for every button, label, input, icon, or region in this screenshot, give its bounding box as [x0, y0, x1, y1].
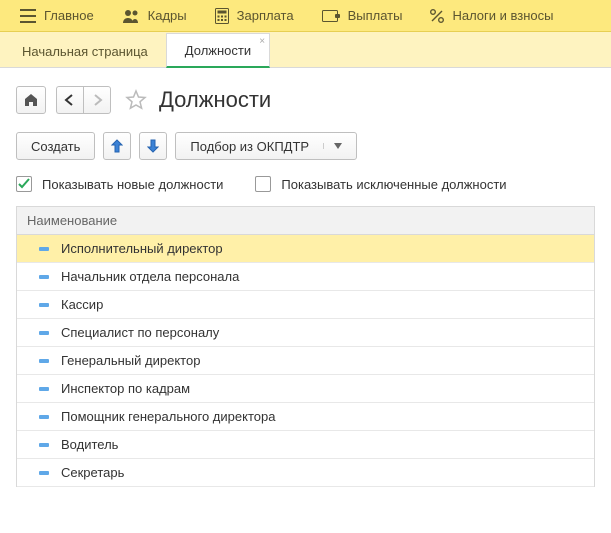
home-button[interactable]: [16, 86, 46, 114]
nav-group: [56, 86, 111, 114]
item-icon: [39, 275, 49, 279]
row-name: Кассир: [61, 297, 103, 312]
close-icon[interactable]: ×: [259, 36, 265, 47]
menu-label: Налоги и взносы: [452, 8, 553, 23]
checkbox-label: Показывать исключенные должности: [281, 177, 506, 192]
wallet-icon: [322, 10, 340, 22]
tab-home[interactable]: Начальная страница: [4, 35, 166, 67]
row-name: Исполнительный директор: [61, 241, 223, 256]
menu-main[interactable]: Главное: [6, 0, 108, 32]
row-name: Генеральный директор: [61, 353, 200, 368]
menu-nalogi[interactable]: Налоги и взносы: [416, 0, 567, 32]
table-row[interactable]: Начальник отдела персонала: [17, 263, 594, 291]
move-up-button[interactable]: [103, 132, 131, 160]
tab-label: Должности: [185, 43, 251, 58]
tab-positions[interactable]: Должности ×: [166, 33, 270, 68]
item-icon: [39, 415, 49, 419]
item-icon: [39, 387, 49, 391]
menu-zarplata[interactable]: Зарплата: [201, 0, 308, 32]
content: Должности Создать Подбор из ОКПДТР Показ…: [0, 68, 611, 487]
home-icon: [24, 93, 38, 107]
button-label: Подбор из ОКПДТР: [190, 139, 309, 154]
checkbox-show-excluded[interactable]: [255, 176, 271, 192]
caret-down-icon: [323, 143, 342, 149]
toolbar: Создать Подбор из ОКПДТР: [16, 132, 595, 160]
header-cell: Наименование: [27, 213, 117, 228]
table-row[interactable]: Помощник генерального директора: [17, 403, 594, 431]
top-menu: Главное Кадры Зарплата Выплаты Налоги и …: [0, 0, 611, 32]
item-icon: [39, 247, 49, 251]
create-button[interactable]: Создать: [16, 132, 95, 160]
table-row[interactable]: Генеральный директор: [17, 347, 594, 375]
checkbox-label: Показывать новые должности: [42, 177, 223, 192]
arrow-up-icon: [111, 139, 123, 153]
arrow-left-icon: [64, 94, 76, 106]
filter-row: Показывать новые должности Показывать ис…: [16, 176, 595, 192]
menu-label: Выплаты: [348, 8, 403, 23]
table-row[interactable]: Секретарь: [17, 459, 594, 487]
table-row[interactable]: Исполнительный директор: [17, 235, 594, 263]
table-row[interactable]: Инспектор по кадрам: [17, 375, 594, 403]
percent-icon: [430, 9, 444, 23]
page-title: Должности: [159, 87, 271, 113]
arrow-down-icon: [147, 139, 159, 153]
row-name: Начальник отдела персонала: [61, 269, 239, 284]
button-label: Создать: [31, 139, 80, 154]
tab-bar: Начальная страница Должности ×: [0, 32, 611, 68]
hamburger-icon: [20, 9, 36, 23]
tab-label: Начальная страница: [22, 44, 148, 59]
back-button[interactable]: [56, 86, 83, 114]
favorite-button[interactable]: [125, 89, 147, 111]
people-icon: [122, 9, 140, 23]
item-icon: [39, 331, 49, 335]
title-bar: Должности: [16, 86, 595, 114]
menu-kadry[interactable]: Кадры: [108, 0, 201, 32]
row-name: Водитель: [61, 437, 118, 452]
okpdtr-button[interactable]: Подбор из ОКПДТР: [175, 132, 357, 160]
move-down-button[interactable]: [139, 132, 167, 160]
row-name: Специалист по персоналу: [61, 325, 219, 340]
item-icon: [39, 471, 49, 475]
row-name: Помощник генерального директора: [61, 409, 275, 424]
checkbox-show-new[interactable]: [16, 176, 32, 192]
row-name: Секретарь: [61, 465, 124, 480]
table-row[interactable]: Кассир: [17, 291, 594, 319]
item-icon: [39, 443, 49, 447]
positions-table: Наименование Исполнительный директор Нача…: [16, 206, 595, 487]
calculator-icon: [215, 8, 229, 24]
menu-label: Зарплата: [237, 8, 294, 23]
row-name: Инспектор по кадрам: [61, 381, 190, 396]
menu-label: Кадры: [148, 8, 187, 23]
forward-button[interactable]: [83, 86, 111, 114]
star-icon: [125, 89, 147, 111]
table-row[interactable]: Специалист по персоналу: [17, 319, 594, 347]
menu-label: Главное: [44, 8, 94, 23]
table-header[interactable]: Наименование: [17, 207, 594, 235]
item-icon: [39, 303, 49, 307]
item-icon: [39, 359, 49, 363]
table-row[interactable]: Водитель: [17, 431, 594, 459]
arrow-right-icon: [91, 94, 103, 106]
menu-vyplaty[interactable]: Выплаты: [308, 0, 417, 32]
